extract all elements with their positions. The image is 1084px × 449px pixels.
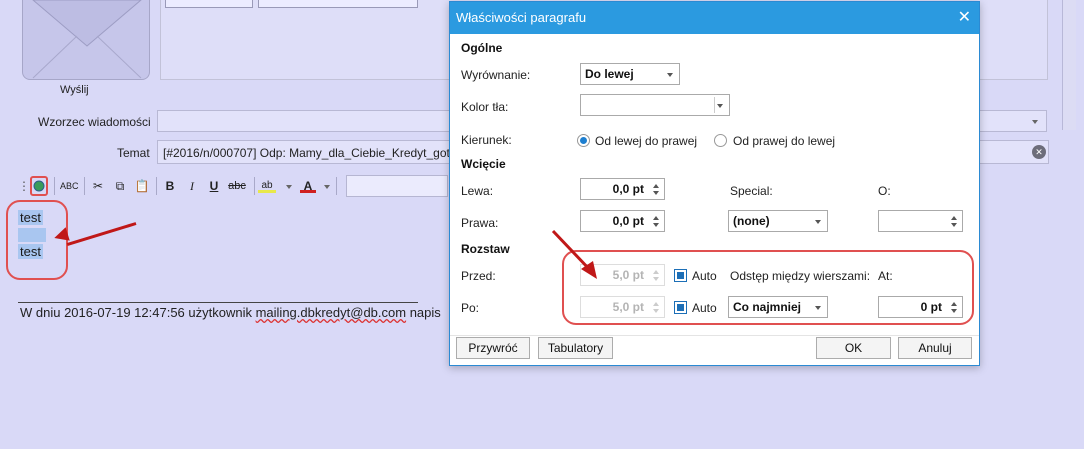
chevron-down-icon bbox=[717, 104, 723, 108]
paste-icon[interactable]: 📋 bbox=[134, 177, 150, 195]
scrollbar[interactable] bbox=[1062, 0, 1076, 130]
alignment-label: Wyrównanie: bbox=[461, 68, 531, 82]
bg-color-select[interactable] bbox=[580, 94, 730, 116]
body-text-line: test bbox=[18, 210, 43, 225]
annotation-arrow bbox=[551, 229, 597, 279]
quote-header: W dniu 2016-07-19 12:47:56 użytkownik ma… bbox=[20, 305, 441, 320]
font-size-field[interactable] bbox=[346, 175, 448, 197]
footer-divider bbox=[450, 335, 979, 336]
after-label: Po: bbox=[461, 301, 480, 315]
recipient-chip[interactable] bbox=[258, 0, 418, 8]
subject-label: Temat bbox=[117, 146, 150, 160]
spin-down-icon[interactable] bbox=[653, 223, 659, 227]
subject-value: [#2016/n/000707] Odp: Mamy_dla_Ciebie_Kr… bbox=[163, 146, 457, 160]
chevron-down-icon bbox=[667, 73, 673, 77]
copy-icon[interactable]: ⧉ bbox=[112, 177, 128, 195]
section-indent: Wcięcie bbox=[461, 157, 506, 171]
annotation-circle bbox=[562, 250, 974, 325]
toolbar-separator bbox=[336, 177, 337, 195]
spin-down-icon[interactable] bbox=[653, 191, 659, 195]
chevron-down-icon[interactable] bbox=[324, 185, 330, 189]
left-indent-value: 0,0 pt bbox=[612, 182, 644, 196]
direction-rtl-radio[interactable] bbox=[714, 134, 727, 147]
o-label: O: bbox=[878, 184, 891, 198]
direction-ltr-label[interactable]: Od lewej do prawej bbox=[595, 134, 697, 148]
chevron-down-icon[interactable] bbox=[286, 185, 292, 189]
o-spinner[interactable] bbox=[878, 210, 963, 232]
email-link[interactable]: mailing.dbkredyt@db.com bbox=[256, 305, 406, 320]
right-indent-label: Prawa: bbox=[461, 216, 499, 230]
alignment-value: Do lewej bbox=[585, 67, 634, 81]
spellcheck-icon[interactable]: ABC bbox=[60, 177, 79, 195]
tabs-button[interactable]: Tabulatory bbox=[538, 337, 613, 359]
left-indent-spinner[interactable]: 0,0 pt bbox=[580, 178, 665, 200]
combo-divider bbox=[714, 97, 715, 113]
selection-block bbox=[18, 228, 46, 242]
font-color-button[interactable]: A bbox=[300, 177, 316, 193]
bg-color-label: Kolor tła: bbox=[461, 100, 509, 114]
spin-up-icon[interactable] bbox=[653, 216, 659, 220]
recipient-chip[interactable] bbox=[165, 0, 253, 8]
strikethrough-button[interactable]: abc bbox=[226, 177, 248, 195]
special-label: Special: bbox=[730, 184, 773, 198]
annotation-arrow bbox=[66, 222, 137, 246]
alignment-select[interactable]: Do lewej bbox=[580, 63, 680, 85]
body-text-line: test bbox=[18, 244, 43, 259]
send-label: Wyślij bbox=[60, 84, 89, 96]
chevron-down-icon bbox=[815, 220, 821, 224]
spin-down-icon[interactable] bbox=[951, 223, 957, 227]
italic-button[interactable]: I bbox=[184, 177, 200, 195]
spin-up-icon[interactable] bbox=[653, 184, 659, 188]
globe-icon bbox=[33, 180, 45, 192]
reset-button[interactable]: Przywróć bbox=[456, 337, 530, 359]
template-label: Wzorzec wiadomości bbox=[38, 115, 151, 129]
section-general: Ogólne bbox=[461, 41, 503, 55]
bold-button[interactable]: B bbox=[162, 177, 178, 195]
toolbar-separator bbox=[156, 177, 157, 195]
cancel-button[interactable]: Anuluj bbox=[898, 337, 972, 359]
chevron-down-icon bbox=[1032, 120, 1038, 124]
toolbar-separator bbox=[54, 177, 55, 195]
direction-ltr-radio[interactable] bbox=[577, 134, 590, 147]
special-value: (none) bbox=[733, 214, 770, 228]
cut-icon[interactable]: ✂ bbox=[90, 177, 106, 195]
clear-icon[interactable]: ✕ bbox=[1032, 145, 1046, 159]
before-label: Przed: bbox=[461, 269, 496, 283]
left-indent-label: Lewa: bbox=[461, 184, 494, 198]
envelope-icon bbox=[32, 0, 142, 79]
ok-button[interactable]: OK bbox=[816, 337, 891, 359]
close-icon[interactable]: ✕ bbox=[958, 2, 971, 34]
special-select[interactable]: (none) bbox=[728, 210, 828, 232]
dialog-title: Właściwości paragrafu bbox=[450, 2, 979, 34]
direction-label: Kierunek: bbox=[461, 133, 512, 147]
highlight-button[interactable]: ab bbox=[258, 177, 276, 193]
underline-button[interactable]: U bbox=[206, 177, 222, 195]
direction-rtl-label[interactable]: Od prawej do lewej bbox=[733, 134, 835, 148]
section-spacing: Rozstaw bbox=[461, 242, 510, 256]
toolbar-separator bbox=[254, 177, 255, 195]
quote-divider bbox=[18, 302, 418, 303]
paragraph-properties-button[interactable] bbox=[30, 176, 48, 196]
right-indent-value: 0,0 pt bbox=[612, 214, 644, 228]
toolbar-grip[interactable]: ⋮ bbox=[18, 177, 30, 195]
send-button[interactable] bbox=[22, 0, 150, 80]
spin-up-icon[interactable] bbox=[951, 216, 957, 220]
toolbar-separator bbox=[84, 177, 85, 195]
